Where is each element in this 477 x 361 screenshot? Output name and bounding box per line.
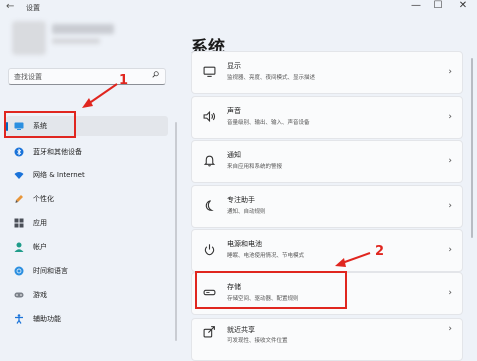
annotation-arrow-2 — [335, 252, 371, 267]
